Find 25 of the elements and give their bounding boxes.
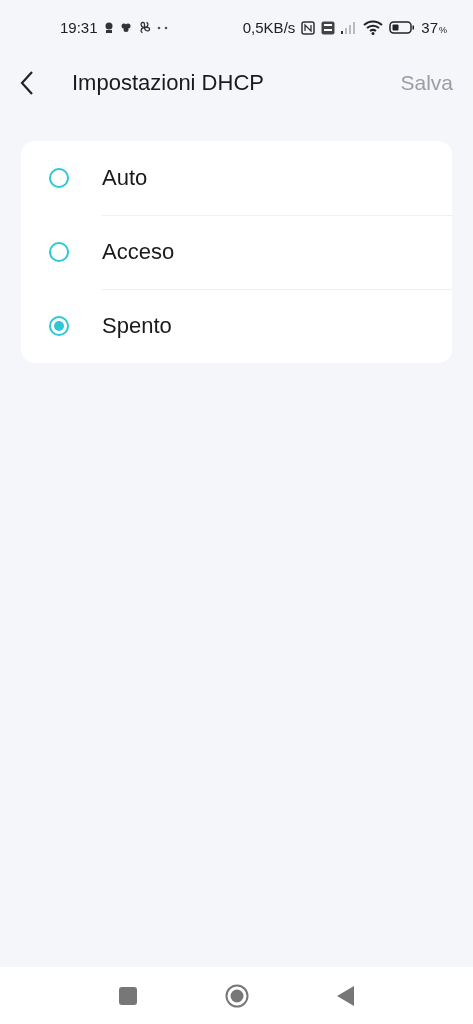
recents-button[interactable] — [119, 986, 137, 1005]
battery-icon — [389, 21, 416, 34]
wifi-icon — [363, 20, 384, 35]
triangle-icon — [337, 985, 354, 1006]
battery-percent: 37 — [421, 19, 438, 36]
option-label: Acceso — [102, 239, 175, 265]
home-button[interactable] — [225, 983, 249, 1008]
square-icon — [119, 986, 137, 1005]
percent-sign: % — [439, 24, 447, 35]
more-icon — [156, 25, 169, 30]
option-label: Auto — [102, 165, 148, 191]
radio-button[interactable] — [49, 168, 69, 188]
network-speed: 0,5KB/s — [242, 19, 296, 36]
nfc-icon — [301, 20, 316, 35]
volte-icon — [321, 20, 336, 35]
home-icon — [225, 983, 249, 1008]
back-nav-button[interactable] — [337, 985, 354, 1006]
page-title: Impostazioni DHCP — [72, 70, 265, 96]
notification-icon — [103, 21, 114, 34]
back-icon — [20, 70, 34, 96]
status-time: 19:31 — [60, 19, 98, 36]
option-label: Spento — [102, 313, 172, 339]
radio-button[interactable] — [49, 316, 69, 336]
signal-icon — [341, 21, 358, 34]
radio-button[interactable] — [49, 242, 69, 262]
